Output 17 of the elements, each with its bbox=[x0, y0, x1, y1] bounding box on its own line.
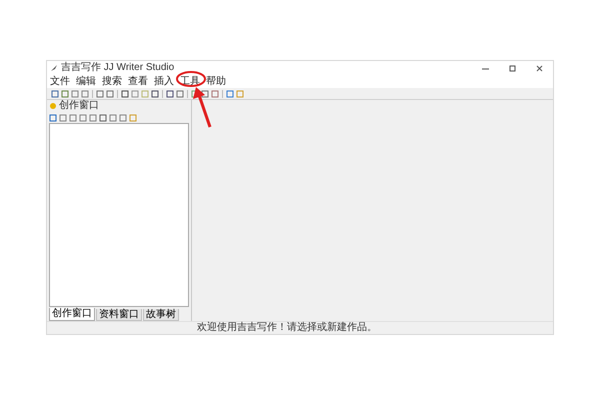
menu-item[interactable]: 查看 bbox=[128, 76, 148, 86]
menu-item[interactable]: 帮助 bbox=[206, 76, 226, 86]
window-title: 吉吉写作 JJ Writer Studio bbox=[61, 63, 174, 73]
menu-item[interactable]: 插入 bbox=[154, 76, 174, 86]
panel-icon bbox=[49, 102, 57, 110]
tree-list[interactable] bbox=[49, 123, 189, 307]
menu-item[interactable]: 搜索 bbox=[102, 76, 122, 86]
panel-tab[interactable]: 资料窗口 bbox=[96, 309, 142, 321]
panel-tab[interactable]: 故事树 bbox=[143, 309, 179, 321]
feather-icon bbox=[50, 64, 58, 72]
panel-title: 创作窗口 bbox=[59, 101, 99, 111]
menu-item[interactable]: 文件 bbox=[50, 76, 70, 86]
status-text: 欢迎使用吉吉写作！请选择或新建作品。 bbox=[197, 323, 377, 333]
menu-item[interactable]: 编辑 bbox=[76, 76, 96, 86]
maximize-icon[interactable] bbox=[509, 64, 516, 72]
panel-tab[interactable]: 创作窗口 bbox=[49, 308, 95, 321]
close-icon[interactable] bbox=[536, 64, 543, 72]
